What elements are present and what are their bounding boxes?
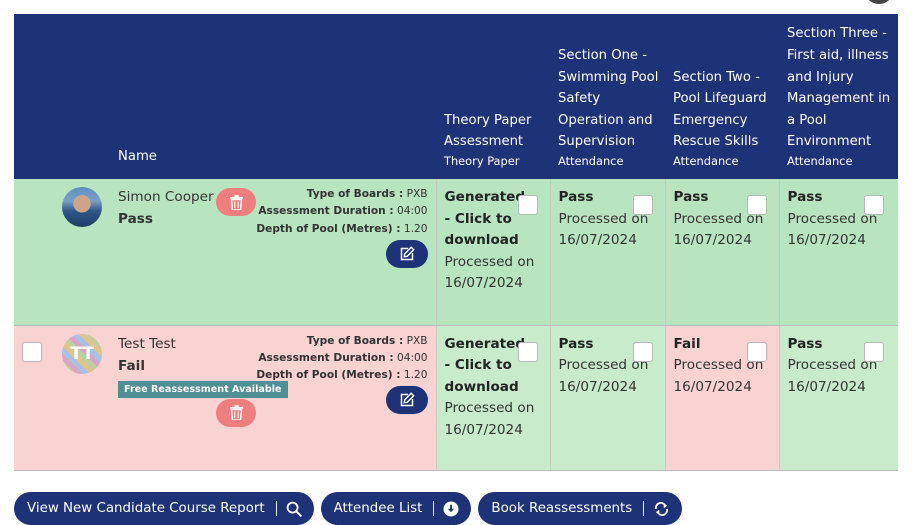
boards-label: Type of Boards :	[306, 334, 404, 347]
section-three-checkbox[interactable]	[864, 195, 884, 215]
section-one-processed: Processed on 16/07/2024	[558, 357, 649, 395]
avatar: TT	[62, 333, 102, 374]
candidate-result: Pass	[118, 211, 153, 227]
theory-processed: Processed on 16/07/2024	[444, 253, 535, 292]
assessment-details: Type of Boards : PXB Assessment Duration…	[256, 333, 427, 385]
download-circle-icon	[443, 501, 459, 517]
section-two-cell: Fail Processed on 16/07/2024	[664, 325, 779, 471]
edit-icon	[400, 246, 415, 261]
boards-label: Type of Boards :	[306, 188, 404, 200]
theory-processed: Processed on 16/07/2024	[444, 400, 535, 438]
section-three-checkbox[interactable]	[864, 341, 884, 362]
delete-candidate-button[interactable]	[216, 188, 256, 216]
depth-value: 1.20	[403, 222, 428, 235]
candidate-name: Test Test	[118, 335, 176, 352]
candidate-cell: TT Test Test Fail Free Reassessment Avai…	[14, 325, 436, 471]
section-two-checkbox[interactable]	[746, 195, 767, 215]
section-three-cell: Pass Processed on 16/07/2024	[778, 325, 898, 471]
depth-label: Depth of Pool (Metres) :	[256, 369, 401, 382]
section-two-cell: Pass Processed on 16/07/2024	[664, 179, 779, 326]
button-divider	[433, 501, 435, 516]
section-one-cell: Pass Processed on 16/07/2024	[549, 179, 665, 326]
section-two-processed: Processed on 16/07/2024	[673, 210, 764, 249]
edit-candidate-button[interactable]	[386, 240, 428, 268]
book-reassessments-button[interactable]: Book Reassessments	[478, 492, 683, 525]
header-section-two: Section Two - Pool Lifeguard Emergency R…	[665, 14, 779, 179]
section-three-cell: Pass Processed on 16/07/2024	[778, 179, 898, 326]
depth-label: Depth of Pool (Metres) :	[256, 222, 401, 235]
edit-candidate-button[interactable]	[386, 385, 428, 414]
edit-icon	[400, 391, 415, 406]
book-reassessments-label: Book Reassessments	[491, 501, 633, 516]
trash-icon	[229, 194, 243, 210]
view-course-report-button[interactable]: View New Candidate Course Report	[14, 492, 314, 525]
section-one-cell: Pass Processed on 16/07/2024	[549, 325, 665, 471]
header-theory: Theory Paper Assessment Theory Paper	[436, 14, 550, 179]
theory-cell: Generated - Click to download Processed …	[435, 325, 550, 471]
refresh-icon	[653, 501, 670, 517]
duration-label: Assessment Duration :	[258, 351, 394, 364]
table-row: Simon Cooper Pass Type of Boards : PXB A…	[14, 179, 898, 326]
section-three-processed: Processed on 16/07/2024	[787, 210, 878, 249]
search-icon	[286, 501, 302, 517]
section-one-checkbox[interactable]	[632, 341, 653, 362]
trash-icon	[229, 405, 243, 420]
attendee-list-button[interactable]: Attendee List	[320, 492, 472, 525]
button-divider	[643, 501, 645, 516]
candidate-result: Fail	[118, 357, 145, 374]
candidate-cell: Simon Cooper Pass Type of Boards : PXB A…	[14, 179, 436, 326]
theory-cell: Generated - Click to download Processed …	[435, 179, 550, 326]
depth-value: 1.20	[403, 369, 428, 382]
attendee-list-label: Attendee List	[333, 501, 423, 516]
table-row: TT Test Test Fail Free Reassessment Avai…	[14, 325, 898, 471]
theory-checkbox[interactable]	[517, 195, 538, 215]
boards-value: PXB	[406, 188, 428, 200]
table-header-row: Name Theory Paper Assessment Theory Paper…	[14, 14, 898, 179]
corner-indicator	[864, 0, 894, 4]
section-two-checkbox[interactable]	[746, 341, 767, 362]
action-bar: View New Candidate Course Report Attende…	[14, 492, 683, 525]
header-section-one: Section One - Swimming Pool Safety Opera…	[550, 14, 665, 179]
header-name: Name	[14, 14, 436, 179]
candidate-name: Simon Cooper	[118, 189, 214, 205]
assessment-details: Type of Boards : PXB Assessment Duration…	[256, 186, 427, 238]
avatar	[62, 187, 102, 227]
boards-value: PXB	[406, 334, 428, 347]
duration-label: Assessment Duration :	[258, 205, 394, 218]
header-section-three: Section Three - First aid, illness and I…	[779, 14, 898, 179]
section-three-processed: Processed on 16/07/2024	[787, 357, 878, 395]
button-divider	[275, 501, 277, 516]
delete-candidate-button[interactable]	[216, 398, 256, 427]
section-two-processed: Processed on 16/07/2024	[673, 357, 764, 395]
section-one-checkbox[interactable]	[632, 195, 653, 215]
duration-value: 04:00	[396, 205, 428, 218]
theory-checkbox[interactable]	[517, 341, 538, 362]
duration-value: 04:00	[396, 351, 428, 364]
section-one-processed: Processed on 16/07/2024	[558, 210, 649, 249]
view-course-report-label: View New Candidate Course Report	[27, 501, 265, 516]
select-candidate-checkbox[interactable]	[22, 341, 42, 362]
candidate-results-table: Name Theory Paper Assessment Theory Paper…	[14, 14, 898, 471]
